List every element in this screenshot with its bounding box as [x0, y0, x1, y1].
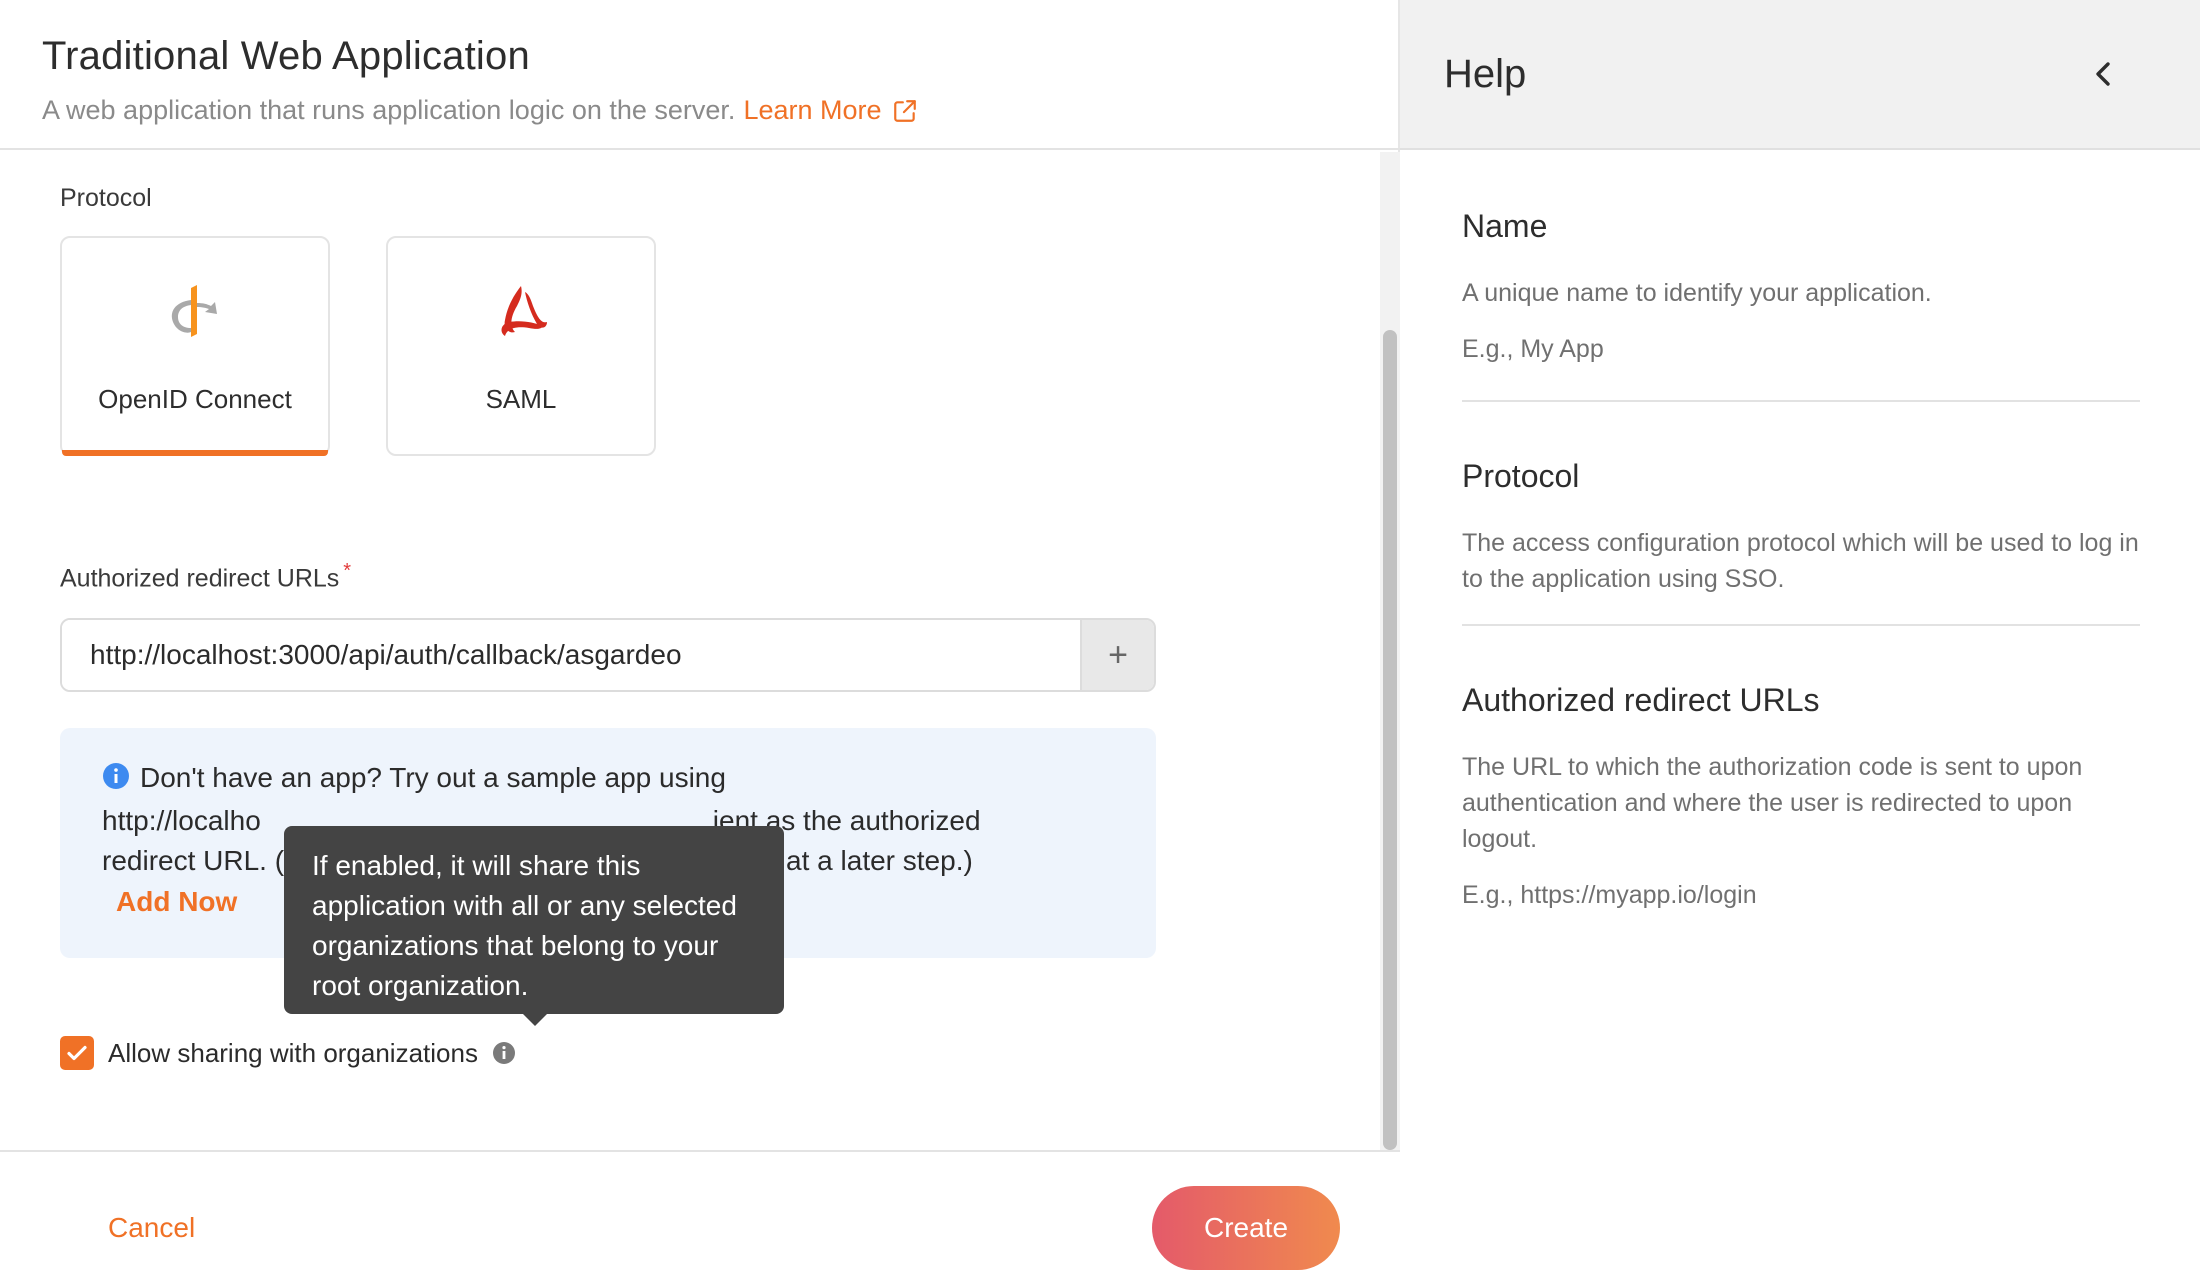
sharing-tooltip: If enabled, it will share this applicati… [284, 826, 784, 1026]
wizard-header: Traditional Web Application A web applic… [0, 0, 1400, 150]
create-application-wizard: Traditional Web Application A web applic… [0, 0, 1400, 1288]
help-description: A unique name to identify your applicati… [1462, 279, 1932, 307]
help-section-redirect-urls: Authorized redirect URLs The URL to whic… [1462, 682, 2142, 910]
info-line-3b: at a later step.) [786, 845, 973, 876]
help-divider [1462, 400, 2140, 402]
help-example: E.g., My App [1462, 335, 1604, 363]
help-example: E.g., https://myapp.io/login [1462, 881, 1757, 909]
help-heading: Authorized redirect URLs [1462, 682, 1820, 718]
subtitle-text: A web application that runs application … [42, 95, 736, 125]
protocol-label: Protocol [60, 184, 152, 212]
external-link-icon [893, 99, 916, 122]
wizard-title: Traditional Web Application [42, 34, 530, 78]
redirect-urls-label-text: Authorized redirect URLs [60, 564, 340, 593]
help-section-name: Name A unique name to identify your appl… [1462, 208, 2142, 364]
info-circle-icon [102, 761, 130, 801]
redirect-url-field: + [60, 618, 1156, 692]
form-scrollbar-thumb[interactable] [1383, 330, 1397, 1150]
allow-sharing-checkbox[interactable] [60, 1036, 94, 1070]
help-header: Help [1400, 0, 2200, 150]
protocol-card-label: OpenID Connect [98, 384, 292, 414]
cancel-button[interactable]: Cancel [108, 1212, 195, 1244]
add-now-button[interactable]: Add Now [116, 886, 237, 918]
create-button[interactable]: Create [1152, 1186, 1340, 1270]
chevron-left-icon[interactable] [2090, 56, 2116, 97]
add-url-button[interactable]: + [1080, 620, 1154, 690]
info-line-2a: http://localho [102, 805, 261, 836]
help-description: The access configuration protocol which … [1462, 529, 2139, 593]
allow-sharing-row: Allow sharing with organizations [60, 1036, 516, 1070]
info-line-3a: redirect URL. ( [102, 845, 285, 876]
protocol-card-label: SAML [485, 384, 557, 414]
wizard-subtitle: A web application that runs application … [42, 95, 1400, 126]
info-line-1: Don't have an app? Try out a sample app … [140, 762, 726, 793]
allow-sharing-label: Allow sharing with organizations [108, 1037, 478, 1068]
openid-icon [163, 282, 227, 342]
help-section-protocol: Protocol The access configuration protoc… [1462, 458, 2142, 597]
protocol-card-openid-connect[interactable]: OpenID Connect [60, 236, 330, 456]
help-title: Help [1444, 52, 1527, 96]
protocol-card-saml[interactable]: SAML [386, 236, 656, 456]
help-panel: Help Name A unique name to identify your… [1400, 0, 2200, 1288]
help-heading: Name [1462, 208, 1548, 244]
checkmark-icon [67, 1045, 87, 1061]
saml-icon [491, 282, 551, 342]
help-description: The URL to which the authorization code … [1462, 753, 2083, 853]
learn-more-label: Learn More [743, 95, 882, 125]
sharing-info-icon[interactable] [492, 1041, 516, 1065]
help-heading: Protocol [1462, 458, 1580, 494]
redirect-urls-label: Authorized redirect URLs * [60, 560, 351, 593]
wizard-footer: Cancel Create [0, 1150, 1400, 1288]
required-marker: * [343, 560, 352, 582]
redirect-url-input[interactable] [62, 620, 1080, 690]
learn-more-link[interactable]: Learn More [743, 95, 917, 126]
help-divider [1462, 624, 2140, 626]
selected-indicator [62, 450, 328, 456]
